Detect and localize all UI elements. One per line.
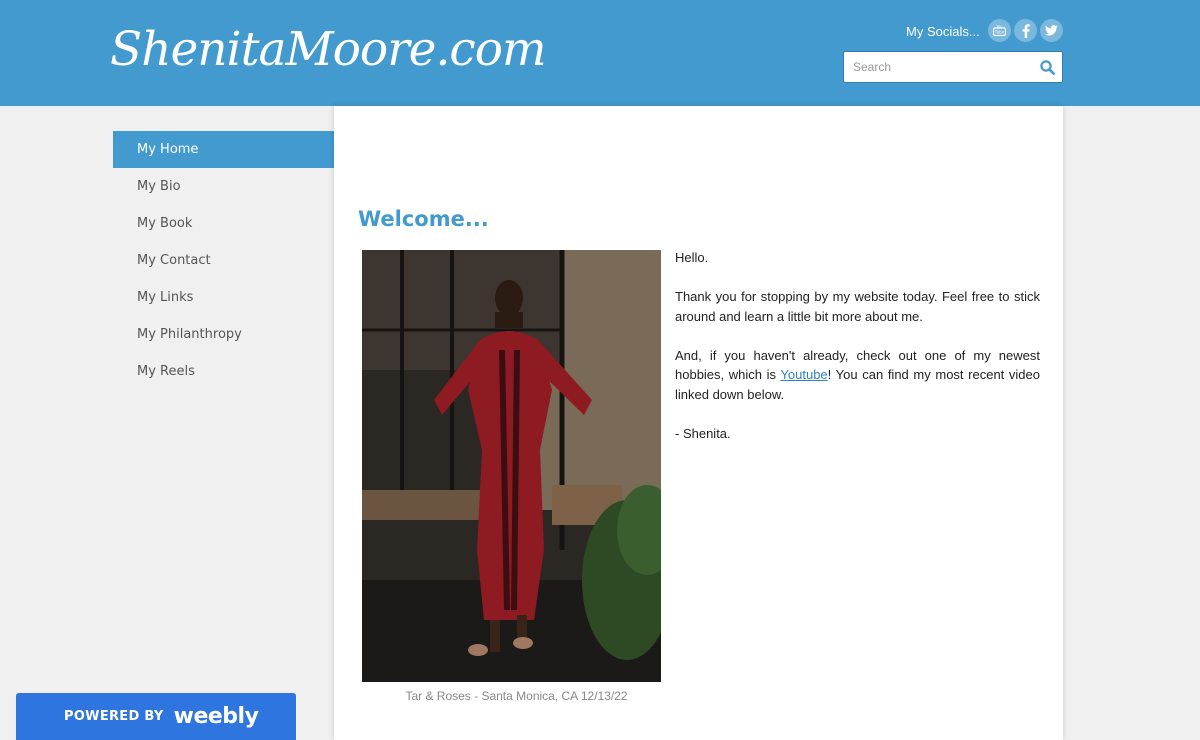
main-content: Welcome... Tar & Roses - Santa Monica, C… [334, 106, 1063, 740]
photo-caption: Tar & Roses - Santa Monica, CA 12/13/22 [405, 689, 628, 703]
nav-item-bio[interactable]: My Bio [113, 168, 334, 205]
svg-text:You: You [996, 25, 1002, 29]
nav-item-reels[interactable]: My Reels [113, 353, 334, 390]
svg-text:Tube: Tube [994, 30, 1005, 35]
sidebar-nav: My Home My Bio My Book My Contact My Lin… [113, 131, 334, 390]
facebook-icon[interactable] [1014, 19, 1037, 42]
site-logo[interactable]: ShenitaMoore.com [110, 22, 547, 77]
powered-by-weebly-banner[interactable]: POWERED BY weebly [16, 693, 296, 740]
search-input[interactable] [844, 52, 1034, 82]
youtube-icon[interactable]: You Tube [988, 19, 1011, 42]
socials-label: My Socials... [906, 24, 980, 39]
page-title: Welcome... [358, 207, 489, 231]
intro-paragraph: Thank you for stopping by my website tod… [675, 289, 1040, 324]
twitter-icon[interactable] [1040, 19, 1063, 42]
nav-item-contact[interactable]: My Contact [113, 242, 334, 279]
site-header: ShenitaMoore.com My Socials... You Tube [0, 0, 1200, 106]
greeting-text: Hello. [675, 250, 709, 265]
welcome-text: Hello. Thank you for stopping by my webs… [675, 248, 1040, 463]
nav-item-philanthropy[interactable]: My Philanthropy [113, 316, 334, 353]
signature-text: - Shenita. [675, 425, 731, 441]
nav-item-links[interactable]: My Links [113, 279, 334, 316]
youtube-link[interactable]: Youtube [780, 367, 827, 382]
nav-item-book[interactable]: My Book [113, 205, 334, 242]
weebly-logo: weebly [173, 704, 259, 729]
powered-by-label: POWERED BY [64, 709, 164, 724]
profile-photo [362, 250, 661, 682]
hobby-paragraph: And, if you haven't already, check out o… [675, 346, 1040, 405]
search-box[interactable] [843, 51, 1063, 83]
nav-item-home[interactable]: My Home [113, 131, 334, 168]
search-icon[interactable] [1040, 60, 1055, 79]
